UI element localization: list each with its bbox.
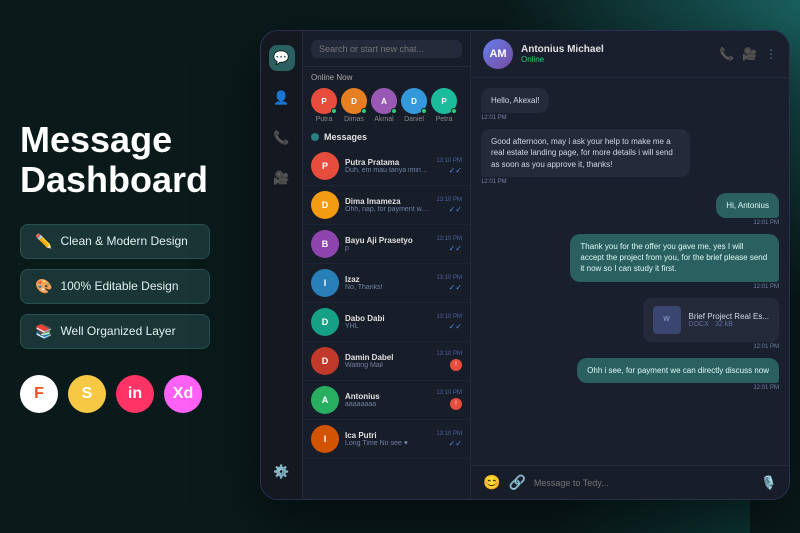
- sketch-icon: S: [68, 375, 106, 413]
- file-attachment: W Brief Project Real Es... DOCX · 32 kB: [643, 298, 779, 342]
- main-title: Message Dashboard: [20, 120, 210, 199]
- chat-messages-area: Hello, Akexal! 12:01 PM Good afternoon, …: [471, 78, 789, 465]
- chat-header-avatar: AM: [483, 39, 513, 69]
- online-avatar-0: P: [311, 88, 337, 114]
- online-person-4: P Petra: [431, 88, 457, 123]
- file-info: Brief Project Real Es... DOCX · 32 kB: [689, 312, 769, 328]
- online-person-1: D Dimas: [341, 88, 367, 123]
- chat-items-container: P Putra Pratama Duh, em mau tanya iming.…: [303, 147, 470, 459]
- mic-icon[interactable]: 🎙️: [761, 475, 777, 491]
- message-3: Thank you for the offer you gave me, yes…: [481, 234, 779, 290]
- chat-header: AM Antonius Michael Online 📞 🎥 ⋮: [471, 31, 789, 78]
- chat-main-area: AM Antonius Michael Online 📞 🎥 ⋮ Hello, …: [471, 31, 789, 499]
- chat-item[interactable]: I Izaz No, Thanks! 13:10 PM ✓✓: [303, 264, 470, 303]
- dashboard-mockup: 💬 👤 📞 🎥 ⚙️ Online Now P Putra D: [260, 30, 790, 500]
- sidebar-chat-icon[interactable]: 💬: [269, 45, 295, 71]
- chat-item[interactable]: D Dabo Dabi YHL 13:10 PM ✓✓: [303, 303, 470, 342]
- chat-item[interactable]: P Putra Pratama Duh, em mau tanya iming.…: [303, 147, 470, 186]
- messages-list: Messages P Putra Pratama Duh, em mau tan…: [303, 127, 470, 499]
- message-2: Hi, Antonius 12:01 PM: [481, 193, 779, 226]
- palette-icon: 🎨: [35, 278, 52, 295]
- online-avatar-4: P: [431, 88, 457, 114]
- mock-sidebar: 💬 👤 📞 🎥 ⚙️: [261, 31, 303, 499]
- message-1: Good afternoon, may i ask your help to m…: [481, 129, 779, 185]
- feature-badge-design: ✏️ Clean & Modern Design: [20, 224, 210, 259]
- online-avatar-2: A: [371, 88, 397, 114]
- online-now-label: Online Now: [311, 73, 462, 82]
- chat-item[interactable]: D Dima Imameza Ohh, nap, for payment we …: [303, 186, 470, 225]
- message-5: Ohh i see, for payment we can directly d…: [481, 358, 779, 391]
- chat-header-info: Antonius Michael Online: [521, 44, 711, 64]
- more-options-icon[interactable]: ⋮: [765, 47, 777, 61]
- chat-item[interactable]: D Damin Dabel Waiting Mail 13:10 PM !: [303, 342, 470, 381]
- emoji-icon[interactable]: 😊: [483, 474, 500, 491]
- online-now-section: Online Now P Putra D Dimas A: [303, 67, 470, 127]
- message-file: W Brief Project Real Es... DOCX · 32 kB …: [481, 298, 779, 350]
- video-icon[interactable]: 🎥: [742, 47, 757, 61]
- chat-contact-status: Online: [521, 55, 711, 64]
- chat-item[interactable]: A Antonius aaaaaaaa 13:10 PM !: [303, 381, 470, 420]
- sidebar-contacts-icon[interactable]: 👤: [269, 85, 295, 111]
- messages-dot: [311, 133, 319, 141]
- chat-header-actions: 📞 🎥 ⋮: [719, 47, 777, 61]
- sidebar-video-icon[interactable]: 🎥: [269, 165, 295, 191]
- chat-item[interactable]: B Bayu Aji Prasetyo p 13:10 PM ✓✓: [303, 225, 470, 264]
- tool-icons: F S in Xd: [20, 375, 210, 413]
- online-avatars-list: P Putra D Dimas A Akmal: [311, 88, 462, 123]
- search-input[interactable]: [311, 40, 462, 58]
- messages-section-header: Messages: [303, 127, 470, 147]
- sidebar-settings-icon[interactable]: ⚙️: [269, 459, 295, 485]
- invision-icon: in: [116, 375, 154, 413]
- layers-icon: 📚: [35, 323, 52, 340]
- feature-badge-editable: 🎨 100% Editable Design: [20, 269, 210, 304]
- online-person-2: A Akmal: [371, 88, 397, 123]
- feature-badge-layers: 📚 Well Organized Layer: [20, 314, 210, 349]
- online-avatar-3: D: [401, 88, 427, 114]
- pencil-icon: ✏️: [35, 233, 52, 250]
- attachment-icon[interactable]: 🔗: [508, 474, 525, 491]
- message-0: Hello, Akexal! 12:01 PM: [481, 88, 779, 121]
- left-panel: Message Dashboard ✏️ Clean & Modern Desi…: [0, 0, 230, 533]
- chat-search-bar: [303, 31, 470, 67]
- docx-icon: W: [653, 306, 681, 334]
- chat-list-panel: Online Now P Putra D Dimas A: [303, 31, 471, 499]
- sidebar-phone-icon[interactable]: 📞: [269, 125, 295, 151]
- chat-contact-name: Antonius Michael: [521, 44, 711, 55]
- online-person-0: P Putra: [311, 88, 337, 123]
- chat-item[interactable]: I Ica Putri Long Time No see ♥ 13:10 PM …: [303, 420, 470, 459]
- figma-icon: F: [20, 375, 58, 413]
- online-person-3: D Daniel: [401, 88, 427, 123]
- message-input[interactable]: [534, 478, 753, 488]
- online-avatar-1: D: [341, 88, 367, 114]
- chat-input-bar: 😊 🔗 🎙️: [471, 465, 789, 499]
- xd-icon: Xd: [164, 375, 202, 413]
- phone-icon[interactable]: 📞: [719, 47, 734, 61]
